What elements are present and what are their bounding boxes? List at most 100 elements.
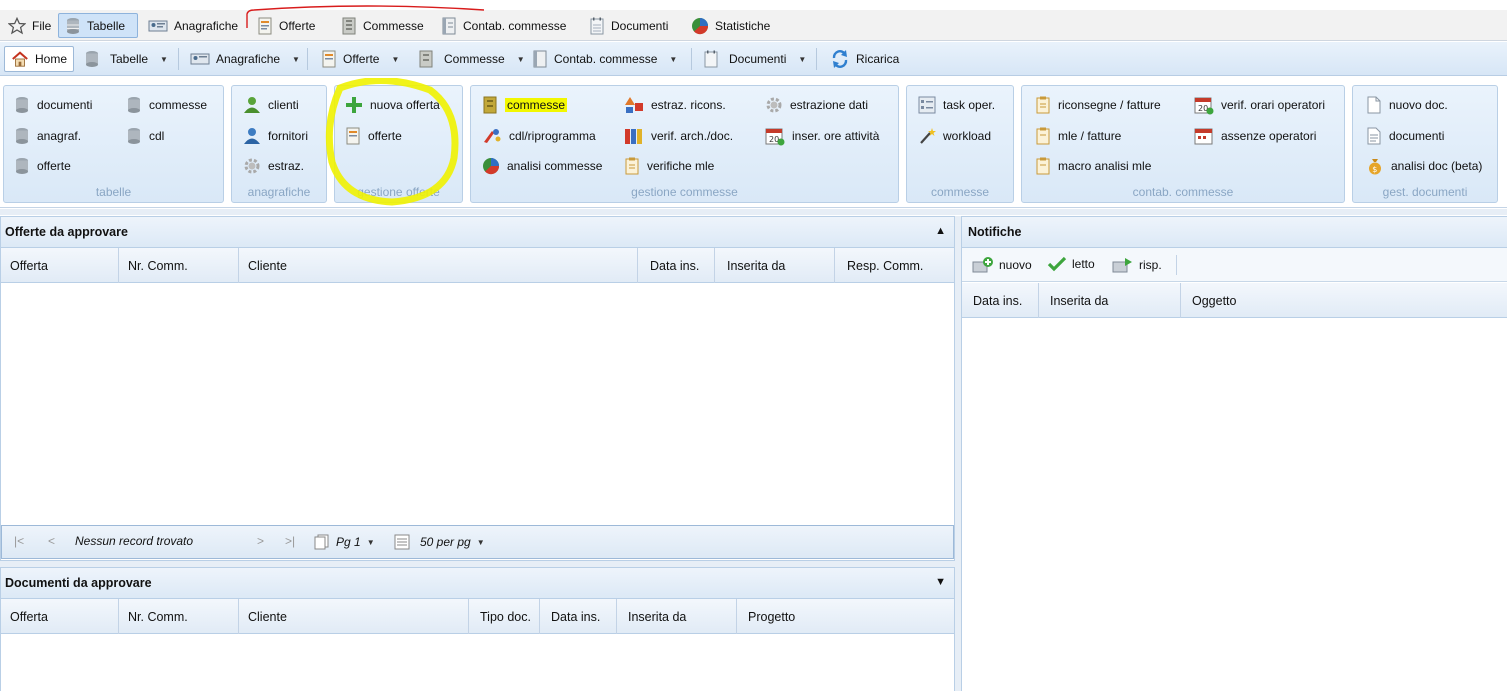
toolbar-home-button[interactable]: Home [4, 46, 74, 72]
page-selector[interactable]: Pg 1 ▼ [314, 534, 375, 550]
ribbon-item-workload[interactable]: workload [918, 126, 991, 146]
toolbar-contab-commesse-label: Contab. commesse [554, 52, 658, 66]
grid-header: Offerta Nr. Comm. Cliente Data ins. Inse… [1, 248, 954, 283]
per-page-selector[interactable]: 50 per pg ▼ [394, 534, 485, 550]
menu-documenti[interactable]: Documenti [583, 13, 674, 38]
toolbar-ricarica-button[interactable]: Ricarica [824, 46, 905, 72]
clipboard-icon [1036, 157, 1050, 175]
column-header-inserita-da[interactable]: Inserita da [617, 599, 737, 634]
ribbon-group-contab-commesse: riconsegne / fatture 20 verif. orari ope… [1021, 85, 1345, 203]
ribbon-item-estrazione-dati[interactable]: estrazione dati [765, 95, 868, 115]
ribbon-item-anagraf-table[interactable]: anagraf. [14, 126, 81, 146]
panel-title: Documenti da approvare [5, 576, 152, 590]
reply-icon [1112, 258, 1132, 273]
toolbar-contab-commesse-dropdown[interactable]: Contab. commesse ▼ [526, 46, 683, 72]
calendar-icon [1194, 128, 1213, 145]
ribbon-group-gestione-commesse: commesse estraz. ricons. estrazione dati… [470, 85, 899, 203]
toolbar-documenti-dropdown[interactable]: Documenti ▼ [697, 46, 812, 72]
chevron-down-icon: ▼ [798, 54, 807, 64]
risp-button[interactable]: risp. [1112, 256, 1162, 274]
menu-anagrafiche[interactable]: Anagrafiche [142, 13, 244, 38]
pager-status: Nessun record trovato [75, 534, 194, 548]
letto-button[interactable]: letto [1047, 256, 1095, 272]
ribbon-item-mle-fatture[interactable]: mle / fatture [1035, 126, 1121, 146]
ribbon-item-assenze-operatori[interactable]: assenze operatori [1194, 126, 1316, 146]
column-header-cliente[interactable]: Cliente [239, 248, 638, 283]
ribbon-item-analisi-commesse[interactable]: analisi commesse [482, 156, 602, 176]
menu-offerte[interactable]: Offerte [251, 13, 321, 38]
column-header-inserita-da[interactable]: Inserita da [715, 248, 835, 283]
ribbon-item-estraz-ricons[interactable]: estraz. ricons. [624, 95, 726, 115]
column-header-nr-comm[interactable]: Nr. Comm. [119, 248, 239, 283]
chevron-down-icon[interactable]: ▼ [935, 576, 946, 588]
column-header-offerta[interactable]: Offerta [1, 599, 119, 634]
chevron-down-icon: ▼ [292, 54, 300, 64]
ribbon-item-riconsegne-fatture[interactable]: riconsegne / fatture [1035, 95, 1161, 115]
chevron-up-icon[interactable]: ▲ [935, 225, 946, 237]
column-header-nr-comm[interactable]: Nr. Comm. [119, 599, 239, 634]
ribbon-item-nuovo-doc[interactable]: nuovo doc. [1366, 95, 1448, 115]
last-page-icon[interactable]: >| [285, 534, 295, 548]
refresh-icon [832, 50, 848, 68]
column-header-tipo-doc[interactable]: Tipo doc. [469, 599, 540, 634]
column-header-progetto[interactable]: Progetto [737, 599, 955, 634]
menu-statistiche[interactable]: Statistiche [685, 13, 776, 38]
toolbar-separator [307, 48, 308, 70]
ribbon-item-documenti[interactable]: documenti [1366, 126, 1444, 146]
ribbon-item-offerte-table[interactable]: offerte [14, 156, 71, 176]
next-page-icon[interactable]: > [257, 534, 264, 548]
column-header-data-ins[interactable]: Data ins. [962, 283, 1039, 318]
checkmark-icon [1047, 256, 1067, 272]
ribbon-item-verif-arch-doc[interactable]: verif. arch./doc. [624, 126, 733, 146]
column-header-resp-comm[interactable]: Resp. Comm. [835, 248, 955, 283]
ribbon-item-macro-analisi-mle[interactable]: macro analisi mle [1035, 156, 1151, 176]
ribbon-item-verifiche-mle[interactable]: verifiche mle [624, 156, 714, 176]
column-header-data-ins[interactable]: Data ins. [540, 599, 617, 634]
first-page-icon[interactable]: |< [14, 534, 24, 548]
ribbon-item-label: analisi doc (beta) [1391, 159, 1483, 173]
ribbon-item-verif-orari-operatori[interactable]: 20 verif. orari operatori [1194, 95, 1325, 115]
menu-tabelle[interactable]: Tabelle [58, 13, 138, 38]
ribbon-item-estraz[interactable]: estraz. [243, 156, 304, 176]
ribbon-item-commesse[interactable]: commesse [482, 95, 568, 115]
ledger-icon [483, 96, 497, 114]
ribbon-item-label: verif. arch./doc. [651, 129, 734, 143]
ribbon-item-task-oper[interactable]: task oper. [918, 95, 995, 115]
column-header-cliente[interactable]: Cliente [239, 599, 469, 634]
panel-title: Notifiche [968, 225, 1022, 239]
ribbon-item-nuova-offerta[interactable]: nuova offerta [345, 95, 440, 115]
ribbon-item-offerte[interactable]: offerte [345, 126, 402, 146]
ribbon-item-clienti[interactable]: clienti [243, 95, 299, 115]
toolbar-commesse-dropdown[interactable]: Commesse ▼ [412, 46, 531, 72]
ribbon-item-label: verif. orari operatori [1221, 98, 1326, 112]
ribbon-item-analisi-doc[interactable]: $ analisi doc (beta) [1366, 156, 1482, 176]
ribbon-item-cdl-table[interactable]: cdl [126, 126, 164, 146]
ribbon-group-title: tabelle [95, 185, 132, 199]
column-header-inserita-da[interactable]: Inserita da [1039, 283, 1181, 318]
toolbar-offerte-dropdown[interactable]: Offerte ▼ [315, 46, 405, 72]
ribbon-group-tabelle: documenti commesse anagraf. cdl offerte … [3, 85, 224, 203]
toolbar-anagrafiche-dropdown[interactable]: Anagrafiche ▼ [184, 46, 306, 72]
nuovo-button[interactable]: nuovo [972, 256, 1032, 274]
panel-header: Notifiche [962, 217, 1507, 248]
menu-file-label: File [32, 18, 52, 33]
ribbon-item-cdl-riprogramma[interactable]: cdl/riprogramma [482, 126, 596, 146]
column-header-oggetto[interactable]: Oggetto [1181, 283, 1507, 318]
ribbon-item-documenti-table[interactable]: documenti [14, 95, 92, 115]
ribbon-item-fornitori[interactable]: fornitori [243, 126, 308, 146]
gear-icon [244, 158, 260, 174]
column-header-data-ins[interactable]: Data ins. [638, 248, 715, 283]
ribbon-item-label: clienti [268, 98, 299, 112]
toolbar-tabelle-dropdown[interactable]: Tabelle ▼ [78, 46, 174, 72]
notifiche-panel: Notifiche nuovo letto risp. Data ins. In… [961, 216, 1507, 691]
column-header-offerta[interactable]: Offerta [1, 248, 119, 283]
menu-file[interactable]: File [2, 13, 57, 38]
home-icon [12, 51, 28, 67]
menu-contab-commesse[interactable]: Contab. commesse [435, 13, 572, 38]
ribbon-item-commesse-table[interactable]: commesse [126, 95, 207, 115]
prev-page-icon[interactable]: < [48, 534, 55, 548]
horizontal-splitter[interactable] [0, 209, 1507, 215]
ribbon-item-label: documenti [1389, 129, 1445, 143]
ribbon-item-inser-ore-attivita[interactable]: 20 inser. ore attività [765, 126, 879, 146]
menu-commesse[interactable]: Commesse [335, 13, 430, 38]
